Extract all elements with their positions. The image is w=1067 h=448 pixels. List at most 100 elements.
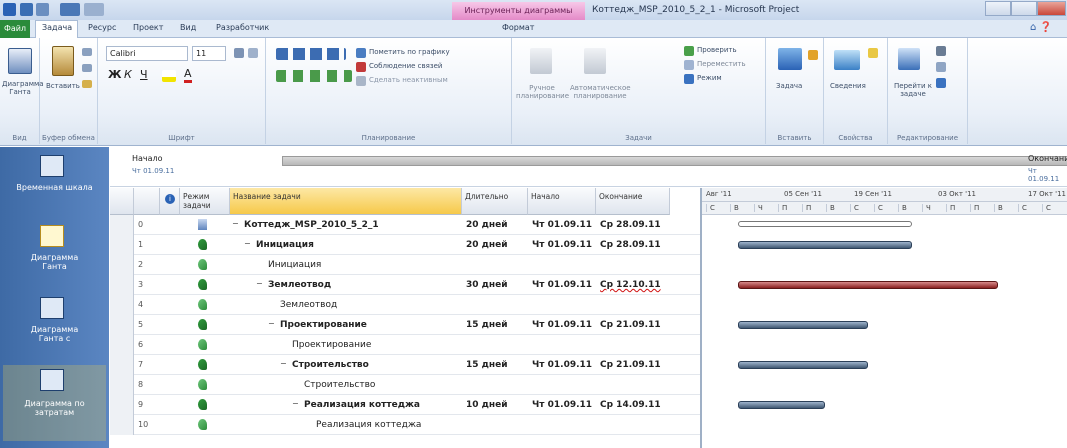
format-painter-icon[interactable] xyxy=(82,80,92,88)
maximize-button[interactable] xyxy=(1011,1,1037,16)
mark-on-track-button[interactable]: Пометить по графику xyxy=(369,48,450,56)
insert-extra-icon[interactable] xyxy=(808,50,818,60)
collapse-toggle-icon[interactable]: − xyxy=(280,360,288,369)
fill-color-icon[interactable] xyxy=(162,70,176,82)
header-id[interactable] xyxy=(134,188,160,215)
cut-icon[interactable] xyxy=(82,48,92,56)
font-color-icon[interactable]: А xyxy=(184,67,192,83)
table-row[interactable]: 7 − Строительство 15 дней Чт 01.09.11 Ср 21.0… xyxy=(110,355,700,375)
minimize-button[interactable] xyxy=(985,1,1011,16)
redo-icon[interactable] xyxy=(84,3,104,16)
table-row[interactable]: 6 Проектирование xyxy=(110,335,700,355)
mode-icon[interactable] xyxy=(684,74,694,84)
header-finish[interactable]: Окончание xyxy=(596,188,670,215)
move-button[interactable]: Переместить xyxy=(697,60,746,68)
underline-icon[interactable]: Ч xyxy=(140,68,148,81)
notes-icon[interactable] xyxy=(868,48,878,58)
link-tasks-icons[interactable] xyxy=(276,70,352,82)
table-row[interactable]: 8 Строительство xyxy=(110,375,700,395)
clear-icon[interactable] xyxy=(936,62,946,72)
header-info[interactable]: i xyxy=(160,188,180,215)
timeline-pane[interactable]: Начало Чт 01.09.11 Окончание Чт 01.09.11 xyxy=(110,147,1067,187)
auto-schedule-icon[interactable] xyxy=(584,48,606,74)
font-name-select[interactable]: Calibri xyxy=(106,46,188,61)
gantt-view-icon[interactable] xyxy=(40,225,64,247)
cost-view-icon[interactable] xyxy=(40,369,64,391)
tab-task[interactable]: Задача xyxy=(42,23,72,32)
outline-indent-icons[interactable] xyxy=(276,48,346,60)
undo-icon[interactable] xyxy=(60,3,80,16)
table-row[interactable]: 1 − Инициация 20 дней Чт 01.09.11 Ср 28.09.11 xyxy=(110,235,700,255)
header-select-all[interactable] xyxy=(110,188,134,215)
inspect-icon[interactable] xyxy=(684,46,694,56)
font-size-select[interactable]: 11 xyxy=(192,46,226,61)
information-icon[interactable] xyxy=(834,50,860,70)
insert-task-icon[interactable] xyxy=(778,48,802,70)
move-icon[interactable] xyxy=(684,60,694,70)
tracking-gantt-view-icon[interactable] xyxy=(40,297,64,319)
italic-icon[interactable]: К xyxy=(124,68,132,81)
table-row[interactable]: 3 − Землеотвод 30 дней Чт 01.09.11 Ср 12.10.1… xyxy=(110,275,700,295)
table-row[interactable]: 5 − Проектирование 15 дней Чт 01.09.11 Ср 21.… xyxy=(110,315,700,335)
gantt-chart-button[interactable]: Диаграмма Ганта xyxy=(2,80,44,96)
tab-view[interactable]: Вид xyxy=(180,23,196,32)
grow-font-icon[interactable] xyxy=(234,48,244,58)
tab-resource[interactable]: Ресурс xyxy=(88,23,116,32)
header-name[interactable]: Название задачи xyxy=(230,188,462,215)
table-row[interactable]: 9 − Реализация коттеджа 10 дней Чт 01.09.11 С… xyxy=(110,395,700,415)
gantt-critical-bar[interactable] xyxy=(738,281,999,289)
paste-button[interactable]: Вставить xyxy=(46,82,80,90)
view-cost[interactable]: Диаграмма по затратам xyxy=(0,399,109,417)
auto-schedule-button[interactable]: Автоматическое планирование xyxy=(570,84,631,100)
tab-developer[interactable]: Разработчик xyxy=(216,23,269,32)
save-icon[interactable] xyxy=(20,3,33,16)
goto-task-button[interactable]: Перейти к задаче xyxy=(892,82,934,98)
manual-schedule-icon[interactable] xyxy=(530,48,552,74)
help-icons[interactable]: ⌂ ❓ xyxy=(1030,22,1064,36)
table-row[interactable]: 4 Землеотвод xyxy=(110,295,700,315)
view-timeline[interactable]: Временная шкала xyxy=(0,183,109,192)
header-start[interactable]: Начало xyxy=(528,188,596,215)
table-row[interactable]: 10 Реализация коттеджа xyxy=(110,415,700,435)
gantt-bar[interactable] xyxy=(738,241,912,249)
quick-access-icon[interactable] xyxy=(36,3,49,16)
mark-on-track-icon[interactable] xyxy=(356,48,366,58)
inspect-button[interactable]: Проверить xyxy=(697,46,737,54)
gantt-bar[interactable] xyxy=(738,401,825,409)
copy-icon[interactable] xyxy=(82,64,92,72)
close-button[interactable] xyxy=(1037,1,1066,16)
table-row[interactable]: 0 − Коттедж_MSP_2010_5_2_1 20 дней Чт 01.09.… xyxy=(110,215,700,235)
gantt-chart-icon[interactable] xyxy=(8,48,32,74)
timeline-bar[interactable] xyxy=(282,156,1067,166)
mode-button[interactable]: Режим xyxy=(697,74,722,82)
inactivate-button[interactable]: Сделать неактивным xyxy=(369,76,448,84)
header-duration[interactable]: Длительно xyxy=(462,188,528,215)
tab-project[interactable]: Проект xyxy=(133,23,163,32)
gantt-bar[interactable] xyxy=(738,361,869,369)
collapse-toggle-icon[interactable]: − xyxy=(232,220,240,229)
table-row[interactable]: 2 Инициация xyxy=(110,255,700,275)
view-gantt[interactable]: Диаграмма Ганта xyxy=(0,253,109,271)
collapse-toggle-icon[interactable]: − xyxy=(268,320,276,329)
view-tracking-gantt[interactable]: Диаграмма Ганта с xyxy=(0,325,109,343)
goto-task-icon[interactable] xyxy=(898,48,920,70)
gantt-bar[interactable] xyxy=(738,321,869,329)
tab-file[interactable]: Файл xyxy=(0,20,30,38)
inactivate-icon[interactable] xyxy=(356,76,366,86)
gantt-chart-pane[interactable]: Авг '11 05 Сен '11 19 Сен '11 03 Окт '11 17 … xyxy=(700,188,1067,448)
respect-links-button[interactable]: Соблюдение связей xyxy=(369,62,442,70)
collapse-toggle-icon[interactable]: − xyxy=(292,400,300,409)
manual-schedule-button[interactable]: Ручное планирование xyxy=(516,84,569,100)
timeline-view-icon[interactable] xyxy=(40,155,64,177)
tab-format[interactable]: Формат xyxy=(502,23,534,32)
header-mode[interactable]: Режим задачи xyxy=(180,188,230,215)
collapse-toggle-icon[interactable]: − xyxy=(244,240,252,249)
shrink-font-icon[interactable] xyxy=(248,48,258,58)
find-icon[interactable] xyxy=(936,46,946,56)
bold-icon[interactable]: Ж xyxy=(108,68,121,81)
gantt-summary-bar[interactable] xyxy=(738,221,912,227)
respect-links-icon[interactable] xyxy=(356,62,366,72)
insert-task-button[interactable]: Задача xyxy=(776,82,802,90)
collapse-toggle-icon[interactable]: − xyxy=(256,280,264,289)
paste-icon[interactable] xyxy=(52,46,74,76)
